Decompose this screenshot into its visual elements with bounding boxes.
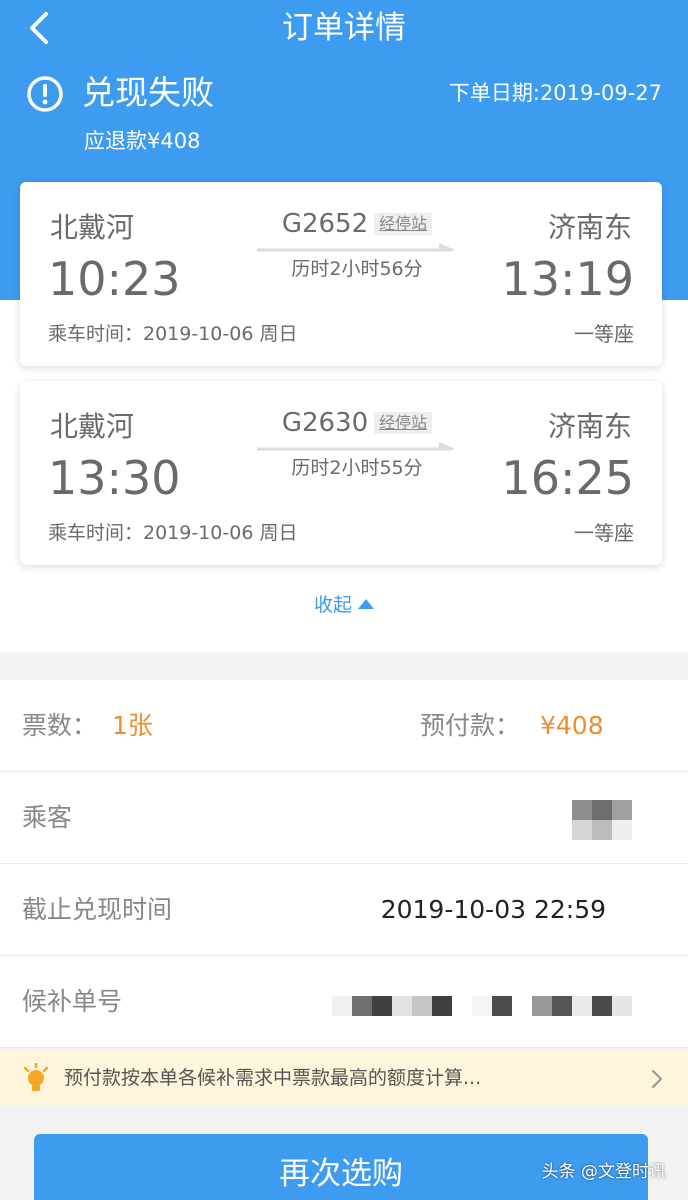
- deadline-label: 截止兑现时间: [22, 895, 173, 924]
- order-status: 兑现失败: [82, 73, 214, 112]
- notice-text: 预付款按本单各候补需求中票款最高的额度计算...: [64, 1067, 482, 1089]
- deadline-row: 截止兑现时间 2019-10-03 22:59: [0, 864, 688, 956]
- trip-middle: G2630 经停站 历时2小时55分: [252, 405, 462, 481]
- departure-time: 10:23: [48, 252, 181, 306]
- seat-class: 一等座: [574, 521, 634, 545]
- stops-link[interactable]: 经停站: [374, 412, 433, 434]
- order-number-redacted: [332, 996, 632, 1016]
- prepay-label: 预付款：: [420, 711, 521, 740]
- alert-circle-icon: [27, 76, 63, 112]
- order-number-label: 候补单号: [22, 987, 123, 1016]
- trip-duration: 历时2小时56分: [291, 258, 423, 280]
- prepay-value: ¥408: [540, 711, 604, 740]
- chevron-right-icon: [651, 1069, 663, 1089]
- departure-time: 13:30: [48, 451, 181, 505]
- trip-card: 北戴河 济南东 10:23 13:19 G2652 经停站 历时2小时56分 乘车…: [20, 182, 662, 366]
- train-number: G2630: [281, 408, 369, 438]
- order-number-row: 候补单号: [0, 956, 688, 1048]
- watermark-text: 头条 @文登时讯: [541, 1162, 666, 1182]
- page-title: 订单详情: [282, 10, 406, 46]
- arrival-time: 13:19: [501, 252, 634, 306]
- ticket-count-label: 票数：: [22, 711, 98, 740]
- passenger-row: 乘客: [0, 772, 688, 864]
- deadline-value: 2019-10-03 22:59: [380, 895, 606, 924]
- order-date: 下单日期:2019-09-27: [448, 81, 662, 105]
- departure-station: 北戴河: [50, 410, 135, 443]
- passenger-name-redacted: [572, 800, 632, 840]
- ticket-count-value: 1张: [112, 711, 153, 740]
- train-number: G2652: [281, 209, 369, 239]
- caret-up-icon: [358, 599, 374, 609]
- seat-class: 一等座: [574, 322, 634, 346]
- collapse-label: 收起: [313, 594, 352, 616]
- arrival-time: 16:25: [501, 451, 634, 505]
- notice-bar[interactable]: 预付款按本单各候补需求中票款最高的额度计算...: [0, 1050, 688, 1106]
- passenger-label: 乘客: [22, 803, 73, 832]
- trip-middle: G2652 经停站 历时2小时56分: [252, 206, 462, 282]
- collapse-toggle[interactable]: 收起: [0, 590, 688, 620]
- direction-arrow-icon: [257, 243, 455, 252]
- arrival-station: 济南东: [547, 410, 632, 443]
- lightbulb-icon: [23, 1063, 49, 1091]
- refund-amount: 应退款¥408: [84, 129, 201, 153]
- order-info-list: 票数： 1张 预付款： ¥408 乘客 截止兑现时间 2019-10-03 22…: [0, 680, 688, 1048]
- trip-duration: 历时2小时55分: [291, 457, 423, 479]
- ticket-count-row: 票数： 1张 预付款： ¥408: [0, 680, 688, 772]
- direction-arrow-icon: [257, 442, 455, 451]
- departure-station: 北戴河: [50, 211, 135, 244]
- ride-date: 乘车时间：2019-10-06 周日: [48, 323, 298, 345]
- stops-link[interactable]: 经停站: [374, 213, 433, 235]
- ride-date: 乘车时间：2019-10-06 周日: [48, 522, 298, 544]
- arrival-station: 济南东: [547, 211, 632, 244]
- trip-card: 北戴河 济南东 13:30 16:25 G2630 经停站 历时2小时55分 乘车…: [20, 381, 662, 565]
